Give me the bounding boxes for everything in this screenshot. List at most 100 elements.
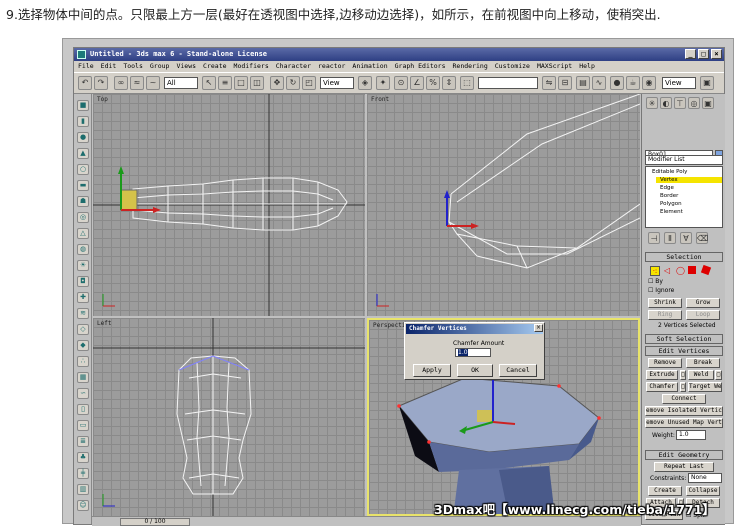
modify-tab-icon[interactable]: ◐ bbox=[660, 97, 672, 109]
create-button[interactable]: Create bbox=[648, 486, 682, 496]
tab-shape-icon[interactable]: ◇ bbox=[77, 324, 89, 335]
tab-tube-icon[interactable]: ◎ bbox=[77, 212, 89, 223]
material-editor-icon[interactable]: ● bbox=[610, 76, 624, 90]
selection-filter-select[interactable]: All bbox=[164, 77, 198, 89]
stack-element[interactable]: Element bbox=[660, 209, 683, 215]
motion-tab-icon[interactable]: ◎ bbox=[688, 97, 700, 109]
dialog-close-button[interactable]: × bbox=[534, 324, 543, 332]
ignore-backfacing-checkbox[interactable]: ☐ Ignore bbox=[648, 287, 674, 294]
tab-teapot-icon[interactable]: ☗ bbox=[77, 196, 89, 207]
element-mode-icon[interactable] bbox=[700, 264, 712, 276]
remove-unused-map-verts-button[interactable]: emove Unused Map Vert bbox=[645, 418, 723, 428]
select-manipulate-icon[interactable]: ✦ bbox=[376, 76, 390, 90]
layer-manager-icon[interactable]: ▤ bbox=[576, 76, 590, 90]
window-crossing-icon[interactable]: ◫ bbox=[250, 76, 264, 90]
reference-coordinate-select[interactable]: View bbox=[320, 77, 354, 89]
align-icon[interactable]: ⊟ bbox=[558, 76, 572, 90]
pivot-center-icon[interactable]: ◈ bbox=[358, 76, 372, 90]
collapse-button[interactable]: Collapse bbox=[686, 486, 720, 496]
region-select-icon[interactable]: □ bbox=[234, 76, 248, 90]
scale-icon[interactable]: ◰ bbox=[302, 76, 316, 90]
curve-editor-icon[interactable]: ∿ bbox=[592, 76, 606, 90]
show-end-result-icon[interactable]: Ⅱ bbox=[664, 232, 676, 244]
tab-pyramid-icon[interactable]: △ bbox=[77, 228, 89, 239]
extrude-button[interactable]: Extrude bbox=[646, 370, 678, 380]
edit-geometry-rollout[interactable]: Edit Geometry bbox=[645, 450, 723, 460]
tab-torus-icon[interactable]: ○ bbox=[77, 164, 89, 175]
chamfer-amount-input[interactable]: 1.0 bbox=[455, 348, 491, 357]
chamfer-settings-button[interactable]: □ bbox=[680, 382, 686, 392]
select-by-name-icon[interactable]: ≡ bbox=[218, 76, 232, 90]
stack-border[interactable]: Border bbox=[660, 193, 678, 199]
soft-selection-rollout[interactable]: Soft Selection bbox=[645, 334, 723, 344]
target-weld-button[interactable]: Target Weld bbox=[688, 382, 722, 392]
named-selection-select[interactable] bbox=[478, 77, 538, 89]
menu-graph-editors[interactable]: Graph Editors bbox=[395, 61, 446, 72]
hierarchy-tab-icon[interactable]: ⊤ bbox=[674, 97, 686, 109]
weight-input[interactable]: 1.0 bbox=[676, 430, 706, 440]
edit-vertices-rollout[interactable]: Edit Vertices bbox=[645, 346, 723, 356]
viewport-top[interactable]: Top bbox=[93, 94, 365, 316]
stack-edge[interactable]: Edge bbox=[660, 185, 674, 191]
minimize-button[interactable]: _ bbox=[685, 49, 696, 59]
constraints-select[interactable]: None bbox=[688, 473, 722, 483]
named-selection-icon[interactable]: ⬚ bbox=[460, 76, 474, 90]
make-unique-icon[interactable]: ∀ bbox=[680, 232, 692, 244]
stack-vertex[interactable]: Vertex bbox=[656, 177, 722, 183]
tab-sphere-icon[interactable]: ● bbox=[77, 132, 89, 143]
cancel-button[interactable]: Cancel bbox=[499, 364, 537, 377]
tab-spacewarp-icon[interactable]: ≋ bbox=[77, 308, 89, 319]
tab-railing-icon[interactable]: ╪ bbox=[77, 468, 89, 479]
percent-snap-icon[interactable]: % bbox=[426, 76, 440, 90]
render-scene-icon[interactable]: ☕ bbox=[626, 76, 640, 90]
menu-group[interactable]: Group bbox=[150, 61, 170, 72]
tab-box-icon[interactable]: ■ bbox=[77, 100, 89, 111]
tab-helper-icon[interactable]: ✚ bbox=[77, 292, 89, 303]
shrink-button[interactable]: Shrink bbox=[648, 298, 682, 308]
spinner-snap-icon[interactable]: ⇕ bbox=[442, 76, 456, 90]
selection-rollout[interactable]: Selection bbox=[645, 252, 723, 262]
stack-editable-poly[interactable]: Editable Poly bbox=[652, 169, 687, 175]
tab-geosphere-icon[interactable]: ◍ bbox=[77, 244, 89, 255]
close-button[interactable]: × bbox=[711, 49, 722, 59]
viewport-left[interactable]: Left bbox=[93, 318, 365, 516]
select-object-icon[interactable]: ↖ bbox=[202, 76, 216, 90]
border-mode-icon[interactable]: ◯ bbox=[676, 266, 685, 275]
angle-snap-icon[interactable]: ∠ bbox=[410, 76, 424, 90]
link-icon[interactable]: ∞ bbox=[114, 76, 128, 90]
extrude-settings-button[interactable]: □ bbox=[680, 370, 686, 380]
menu-help[interactable]: Help bbox=[579, 61, 595, 72]
create-tab-icon[interactable]: ✳ bbox=[646, 97, 658, 109]
menu-edit[interactable]: Edit bbox=[101, 61, 117, 72]
weld-button[interactable]: Weld bbox=[688, 370, 714, 380]
vertex-mode-icon[interactable]: ·: bbox=[650, 266, 660, 276]
menu-maxscript[interactable]: MAXScript bbox=[537, 61, 572, 72]
modifier-list-select[interactable]: Modifier List bbox=[645, 155, 723, 165]
remove-modifier-icon[interactable]: ⌫ bbox=[696, 232, 708, 244]
apply-button[interactable]: Apply bbox=[413, 364, 451, 377]
render-type-select[interactable]: View bbox=[662, 77, 696, 89]
display-tab-icon[interactable]: ▣ bbox=[702, 97, 714, 109]
pin-stack-icon[interactable]: ⊣ bbox=[648, 232, 660, 244]
quick-render-icon[interactable]: ◉ bbox=[642, 76, 656, 90]
tab-particle-icon[interactable]: ∴ bbox=[77, 356, 89, 367]
by-vertex-checkbox[interactable]: ☐ By bbox=[648, 278, 663, 285]
tab-compound-icon[interactable]: ◆ bbox=[77, 340, 89, 351]
tab-plane-icon[interactable]: ▬ bbox=[77, 180, 89, 191]
move-icon[interactable]: ✥ bbox=[270, 76, 284, 90]
tab-cylinder-icon[interactable]: ▮ bbox=[77, 116, 89, 127]
tab-camera-icon[interactable]: ◘ bbox=[77, 276, 89, 287]
menu-customize[interactable]: Customize bbox=[495, 61, 530, 72]
polygon-mode-icon[interactable] bbox=[688, 266, 696, 274]
loop-button[interactable]: Loop bbox=[686, 310, 720, 320]
snap-toggle-icon[interactable]: ⊙ bbox=[394, 76, 408, 90]
menu-tools[interactable]: Tools bbox=[123, 61, 143, 72]
viewport-front[interactable]: Front bbox=[367, 94, 640, 316]
tab-foliage-icon[interactable]: ♣ bbox=[77, 452, 89, 463]
redo-icon[interactable]: ↷ bbox=[94, 76, 108, 90]
stack-polygon[interactable]: Polygon bbox=[660, 201, 682, 207]
chamfer-button[interactable]: Chamfer bbox=[646, 382, 678, 392]
maximize-button[interactable]: □ bbox=[698, 49, 709, 59]
tab-light-icon[interactable]: ☀ bbox=[77, 260, 89, 271]
edge-mode-icon[interactable]: ◁ bbox=[664, 266, 670, 275]
